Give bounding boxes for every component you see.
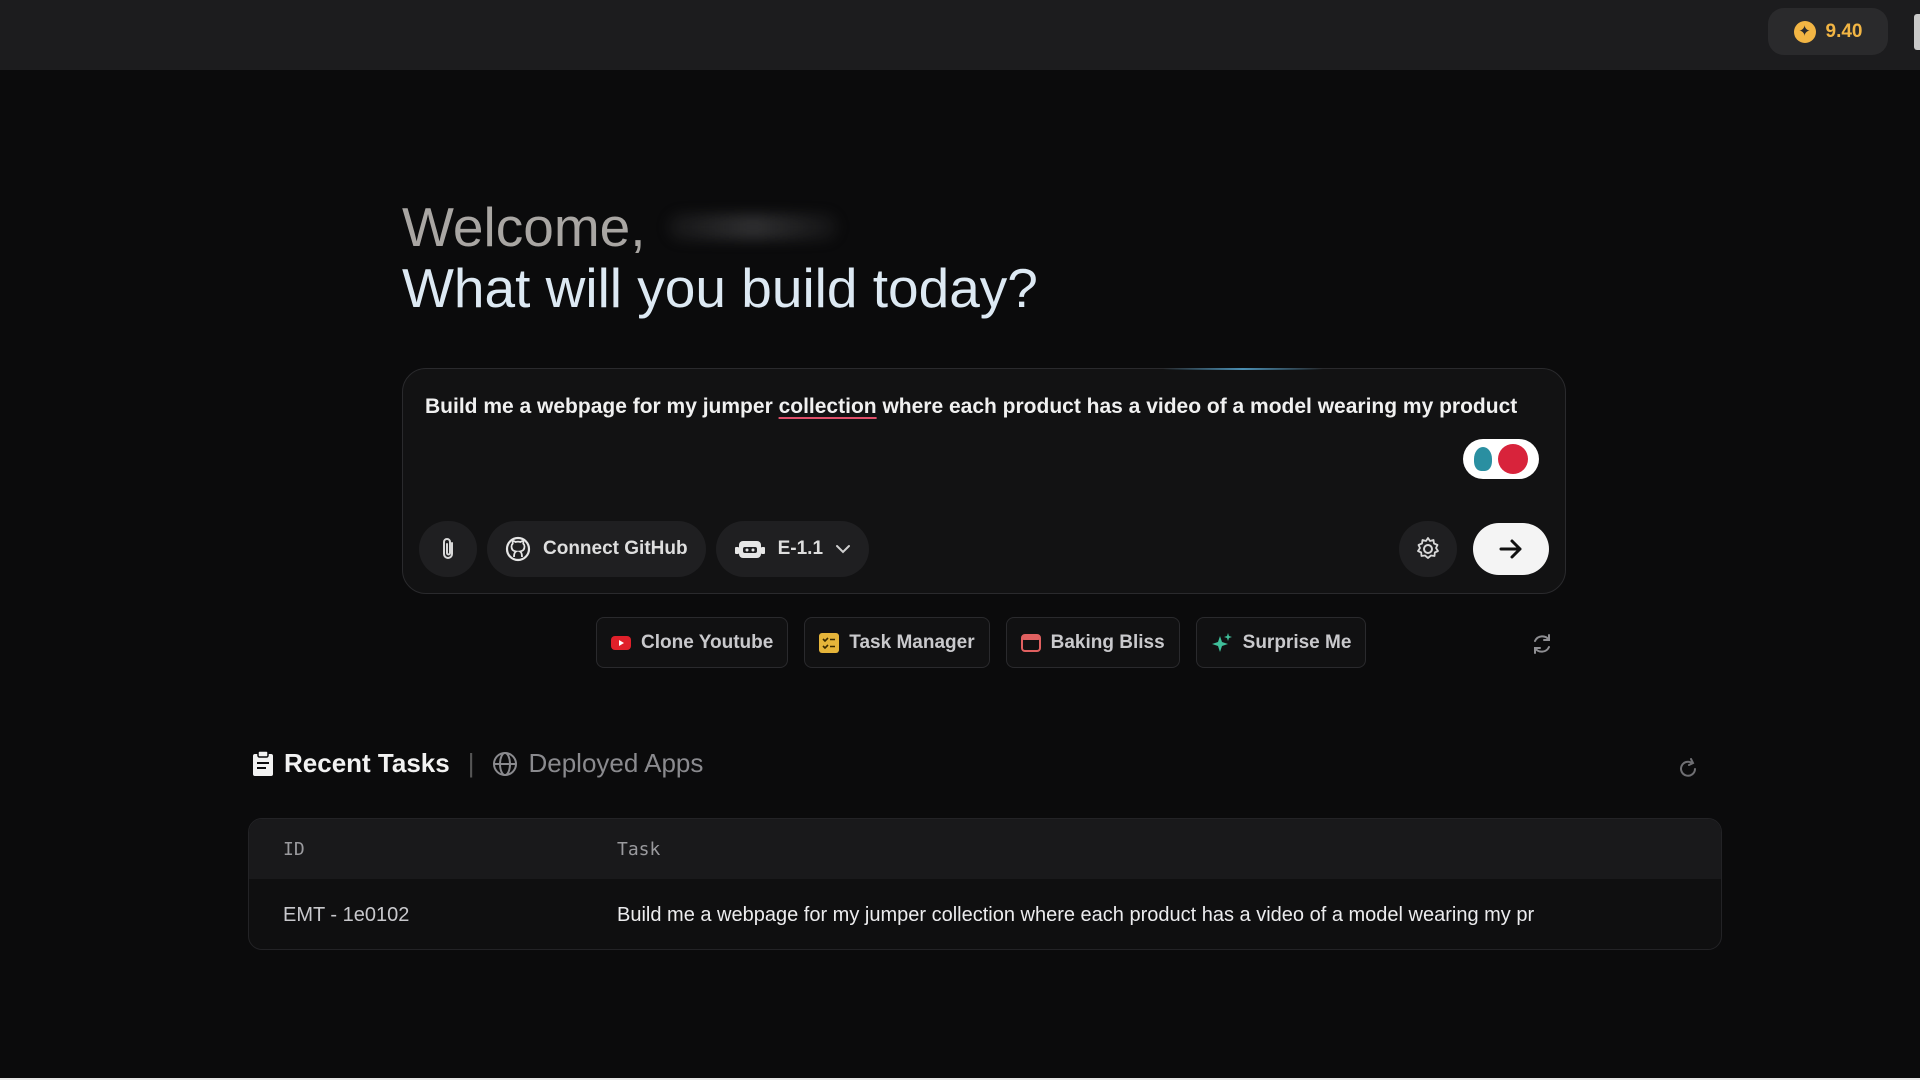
lightbulb-icon bbox=[1474, 447, 1492, 471]
sparkle-icon bbox=[1211, 632, 1232, 652]
connect-github-label: Connect GitHub bbox=[543, 538, 688, 559]
table-header: ID Task bbox=[249, 819, 1721, 879]
refresh-icon bbox=[1534, 634, 1550, 654]
prompt-input[interactable]: Build me a webpage for my jumper collect… bbox=[425, 391, 1525, 423]
blurred-username bbox=[667, 214, 838, 240]
edge-indicator bbox=[1914, 14, 1920, 50]
chevron-down-icon bbox=[836, 545, 851, 554]
send-button[interactable] bbox=[1473, 523, 1549, 575]
tab-deployed-apps[interactable]: Deployed Apps bbox=[492, 748, 703, 779]
refresh-suggestions-button[interactable] bbox=[1530, 632, 1554, 661]
suggestion-label: Clone Youtube bbox=[641, 631, 774, 653]
header-task: Task bbox=[617, 838, 661, 860]
robot-icon bbox=[734, 541, 765, 558]
top-bar: ✦ 9.40 bbox=[0, 0, 1920, 70]
page-title: What will you build today? bbox=[402, 257, 1038, 319]
welcome-text: Welcome, bbox=[402, 196, 646, 258]
coin-icon: ✦ bbox=[1793, 20, 1816, 43]
suggestion-chips: Clone Youtube Task Manager Baking Bliss … bbox=[596, 617, 1367, 668]
paperclip-icon bbox=[443, 538, 453, 559]
tab-recent-tasks-label: Recent Tasks bbox=[284, 748, 450, 778]
credits-badge[interactable]: ✦ 9.40 bbox=[1768, 8, 1888, 55]
globe-icon bbox=[493, 751, 518, 776]
prompt-text-misspelled: collection bbox=[778, 395, 877, 418]
tab-deployed-apps-label: Deployed Apps bbox=[528, 748, 704, 778]
credits-value: 9.40 bbox=[1825, 20, 1863, 42]
recent-tasks-table: ID Task EMT - 1e0102 Build me a webpage … bbox=[248, 818, 1722, 950]
task-description: Build me a webpage for my jumper collect… bbox=[617, 903, 1535, 926]
suggestion-label: Surprise Me bbox=[1242, 631, 1352, 653]
youtube-icon bbox=[611, 635, 631, 650]
prompt-box[interactable]: Build me a webpage for my jumper collect… bbox=[402, 368, 1566, 594]
prompt-toolbar: Connect GitHub E-1.1 bbox=[419, 521, 870, 577]
extension-badge[interactable] bbox=[1463, 439, 1539, 479]
model-label: E-1.1 bbox=[777, 538, 824, 559]
suggestion-task-manager[interactable]: Task Manager bbox=[804, 617, 990, 668]
suggestion-label: Task Manager bbox=[849, 631, 975, 653]
settings-button[interactable] bbox=[1399, 521, 1457, 577]
connect-github-button[interactable]: Connect GitHub bbox=[487, 521, 706, 577]
refresh-icon bbox=[1680, 758, 1696, 777]
record-icon bbox=[1498, 444, 1528, 474]
suggestion-baking-bliss[interactable]: Baking Bliss bbox=[1005, 617, 1180, 668]
prompt-glow bbox=[1163, 368, 1323, 370]
checklist-icon bbox=[819, 632, 840, 653]
tab-recent-tasks[interactable]: Recent Tasks bbox=[252, 748, 450, 779]
arrow-right-icon bbox=[1499, 539, 1522, 559]
attach-button[interactable] bbox=[419, 521, 477, 577]
welcome-heading: Welcome, bbox=[402, 196, 1038, 258]
table-row[interactable]: EMT - 1e0102 Build me a webpage for my j… bbox=[249, 879, 1721, 949]
tab-separator: | bbox=[467, 748, 475, 778]
task-id: EMT - 1e0102 bbox=[283, 903, 410, 926]
suggestion-surprise-me[interactable]: Surprise Me bbox=[1195, 617, 1367, 668]
github-icon bbox=[505, 536, 531, 562]
suggestion-clone-youtube[interactable]: Clone Youtube bbox=[596, 617, 789, 668]
clipboard-icon bbox=[253, 750, 273, 776]
suggestion-label: Baking Bliss bbox=[1050, 631, 1165, 653]
hero: Welcome, What will you build today? bbox=[402, 196, 1038, 318]
tasks-tabs: Recent Tasks | Deployed Apps bbox=[252, 748, 703, 779]
model-selector[interactable]: E-1.1 bbox=[715, 521, 870, 577]
window-icon bbox=[1020, 633, 1041, 652]
prompt-text-start: Build me a webpage for my jumper bbox=[425, 395, 779, 418]
refresh-tasks-button[interactable] bbox=[1677, 758, 1699, 785]
gear-icon bbox=[1417, 537, 1439, 559]
prompt-text-end: where each product has a video of a mode… bbox=[876, 395, 1518, 418]
header-id: ID bbox=[283, 838, 305, 860]
prompt-right-tools bbox=[1399, 521, 1549, 577]
